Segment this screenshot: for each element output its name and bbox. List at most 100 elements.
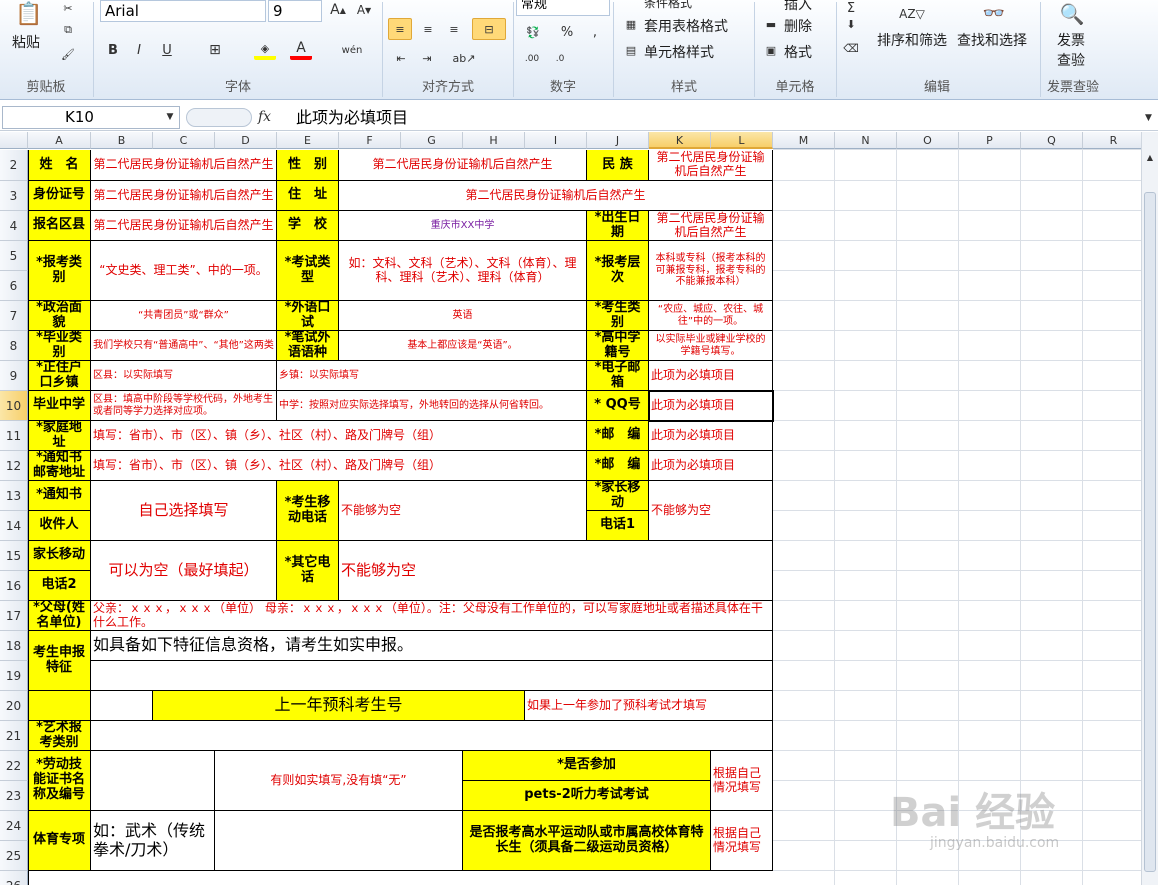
cell-written-lbl[interactable]: *笔试外语语种: [277, 331, 339, 361]
format-painter-icon[interactable]: 🖌: [58, 46, 78, 62]
cell-empty[interactable]: [91, 691, 153, 721]
cell-sex-lbl[interactable]: 性 别: [277, 150, 339, 181]
paste-icon[interactable]: 📋: [12, 0, 46, 28]
cell-stype-val[interactable]: “农应、城应、农往、城往”中的一项。: [649, 301, 773, 331]
column-header-P[interactable]: P: [959, 132, 1021, 149]
cell-stype-lbl[interactable]: *考生类别: [587, 301, 649, 331]
cell-empty[interactable]: [91, 661, 773, 691]
align-right-icon[interactable]: ≡: [442, 18, 466, 40]
cell-grad-val[interactable]: 我们学校只有“普通高中”、“其他”这两类: [91, 331, 277, 361]
row-header-23[interactable]: 23: [0, 781, 28, 811]
row-header-26[interactable]: 26: [0, 871, 28, 885]
row-header-24[interactable]: 24: [0, 811, 28, 841]
orientation-icon[interactable]: ab↗: [452, 48, 476, 68]
select-all-corner[interactable]: [0, 132, 28, 149]
cell-sport-q[interactable]: 是否报考高水平运动队或市属高校体育特长生（须具备二级运动员资格）: [463, 811, 711, 871]
worksheet[interactable]: ABCDEFGHIJKLMNOPQR 2 3 4 5 6 7 8 9 10 11 12 13 14 15 1…: [0, 132, 1141, 885]
scroll-thumb[interactable]: [1144, 192, 1156, 872]
fill-color-icon[interactable]: ◈: [254, 40, 276, 60]
cell-addr-lbl[interactable]: 住 址: [277, 181, 339, 211]
cell-empty[interactable]: [91, 721, 773, 751]
cell-post2-val[interactable]: 此项为必填项目: [649, 451, 773, 481]
row-header-9[interactable]: 9: [0, 361, 28, 391]
borders-icon[interactable]: ⊞: [204, 40, 226, 60]
cell-recv-lbl1[interactable]: *通知书: [28, 481, 91, 511]
cell-level-val[interactable]: 本科或专科（报考本科的可兼报专科，报考专科的不能兼报本科）: [649, 241, 773, 301]
cell-home-lbl[interactable]: *家庭地址: [28, 421, 91, 451]
insert-function-icon[interactable]: fx: [258, 106, 284, 129]
cell-home-val[interactable]: 填写：省市）、市（区）、镇（乡）、社区（村）、路及门牌号（组）: [91, 421, 587, 451]
cell-labor-lbl[interactable]: *劳动技能证书名称及编号: [28, 751, 91, 811]
column-header-G[interactable]: G: [401, 132, 463, 149]
cell-hukou-lbl[interactable]: *正住户口乡镇: [28, 361, 91, 391]
table-format-button[interactable]: 套用表格格式: [644, 16, 728, 36]
column-header-C[interactable]: C: [153, 132, 215, 149]
row-header-19[interactable]: 19: [0, 661, 28, 691]
row-header-2[interactable]: 2: [0, 150, 28, 181]
cell-cat-val[interactable]: “文史类、理工类”、中的一项。: [91, 241, 277, 301]
cell-self1[interactable]: 根据自己情况填写: [711, 751, 773, 811]
underline-icon[interactable]: U: [156, 40, 178, 60]
cell-pmob1-lbl1[interactable]: *家长移动: [587, 481, 649, 511]
column-header-Q[interactable]: Q: [1021, 132, 1083, 149]
align-center-icon[interactable]: ≡: [416, 18, 440, 40]
cell-gradsch-area[interactable]: 区县：填高中阶段等学校代码，外地考生或者同等学力选择对应项。: [91, 391, 277, 421]
cell-addr-val[interactable]: 第二代居民身份证输机后自然产生: [339, 181, 773, 211]
cell-hs-val[interactable]: 以实际毕业或肄业学校的学籍号填写。: [649, 331, 773, 361]
increase-decimal-icon[interactable]: .00: [520, 50, 544, 68]
scroll-up-icon[interactable]: ▲: [1143, 150, 1157, 164]
row-header-16[interactable]: 16: [0, 571, 28, 601]
row-header-4[interactable]: 4: [0, 211, 28, 241]
cell-gradsch-sch[interactable]: 中学：按照对应实际选择填写，外地转回的选择从何省转回。: [277, 391, 587, 421]
column-header-N[interactable]: N: [835, 132, 897, 149]
cell-email-val[interactable]: 此项为必填项目: [649, 361, 773, 391]
row-header-8[interactable]: 8: [0, 331, 28, 361]
row-header-14[interactable]: 14: [0, 511, 28, 541]
decrease-indent-icon[interactable]: ⇤: [390, 48, 412, 68]
cell-sport-lbl[interactable]: 体育专项: [28, 811, 91, 871]
row-header-7[interactable]: 7: [0, 301, 28, 331]
cell-art-lbl[interactable]: *艺术报考类别: [28, 721, 91, 751]
cell-pmob2-val[interactable]: 可以为空（最好填起）: [91, 541, 277, 601]
row-header-11[interactable]: 11: [0, 421, 28, 451]
cell-pol-lbl[interactable]: *政治面貌: [28, 301, 91, 331]
cell-grad-lbl[interactable]: *毕业类别: [28, 331, 91, 361]
cell-pmob2-lbl2[interactable]: 电话2: [28, 571, 91, 601]
grow-font-icon[interactable]: A ▲: [328, 0, 348, 20]
cell-smob-lbl[interactable]: *考生移动电话: [277, 481, 339, 541]
cell-area-val[interactable]: 第二代居民身份证输机后自然产生: [91, 211, 277, 241]
font-name-select[interactable]: Arial: [100, 0, 266, 22]
column-header-M[interactable]: M: [773, 132, 835, 149]
find-select-button[interactable]: 查找和选择: [957, 32, 1027, 50]
cell-name-lbl[interactable]: 姓 名: [28, 150, 91, 181]
expand-formula-icon[interactable]: ▼: [1141, 108, 1156, 127]
column-header-D[interactable]: D: [215, 132, 277, 149]
invoice-magnifier-icon[interactable]: 🔍: [1054, 0, 1090, 28]
clear-icon[interactable]: ⌫: [842, 40, 860, 56]
cell-parent-lbl[interactable]: *父母(姓名单位): [28, 601, 91, 631]
cell-prev-lbl[interactable]: 上一年预科考生号: [153, 691, 525, 721]
table-format-icon[interactable]: ▦: [622, 16, 640, 32]
cell-oral-val[interactable]: 英语: [339, 301, 587, 331]
cell-prev-val[interactable]: 如果上一年参加了预科考试才填写: [525, 691, 773, 721]
binoculars-icon[interactable]: 👓: [980, 0, 1008, 26]
cell-oral-lbl[interactable]: *外语口试: [277, 301, 339, 331]
column-header-B[interactable]: B: [91, 132, 153, 149]
column-header-I[interactable]: I: [525, 132, 587, 149]
column-header-O[interactable]: O: [897, 132, 959, 149]
delete-icon[interactable]: ▬: [762, 16, 780, 32]
cell-id-val[interactable]: 第二代居民身份证输机后自然产生: [91, 181, 277, 211]
column-header-K[interactable]: K: [649, 132, 711, 149]
fill-icon[interactable]: ⬇: [842, 16, 860, 32]
row-header-13[interactable]: 13: [0, 481, 28, 511]
formula-grip-icon[interactable]: [186, 108, 252, 127]
cell-pmob1-lbl2[interactable]: 电话1: [587, 511, 649, 541]
column-header-H[interactable]: H: [463, 132, 525, 149]
phonetic-icon[interactable]: wén: [340, 40, 364, 60]
cell-mail-val[interactable]: 填写：省市）、市（区）、镇（乡）、社区（村）、路及门牌号（组）: [91, 451, 587, 481]
cell-exam-lbl[interactable]: *考试类型: [277, 241, 339, 301]
invoice-check-button-line1[interactable]: 发票: [1057, 32, 1085, 50]
cell-parent-val[interactable]: 父亲：ｘｘｘ，ｘｘｘ（单位） 母亲：ｘｘｘ，ｘｘｘ（单位）。注：父母没有工作单位…: [91, 601, 773, 631]
cell-post1-lbl[interactable]: *邮 编: [587, 421, 649, 451]
vertical-scrollbar[interactable]: ▲: [1141, 132, 1158, 885]
